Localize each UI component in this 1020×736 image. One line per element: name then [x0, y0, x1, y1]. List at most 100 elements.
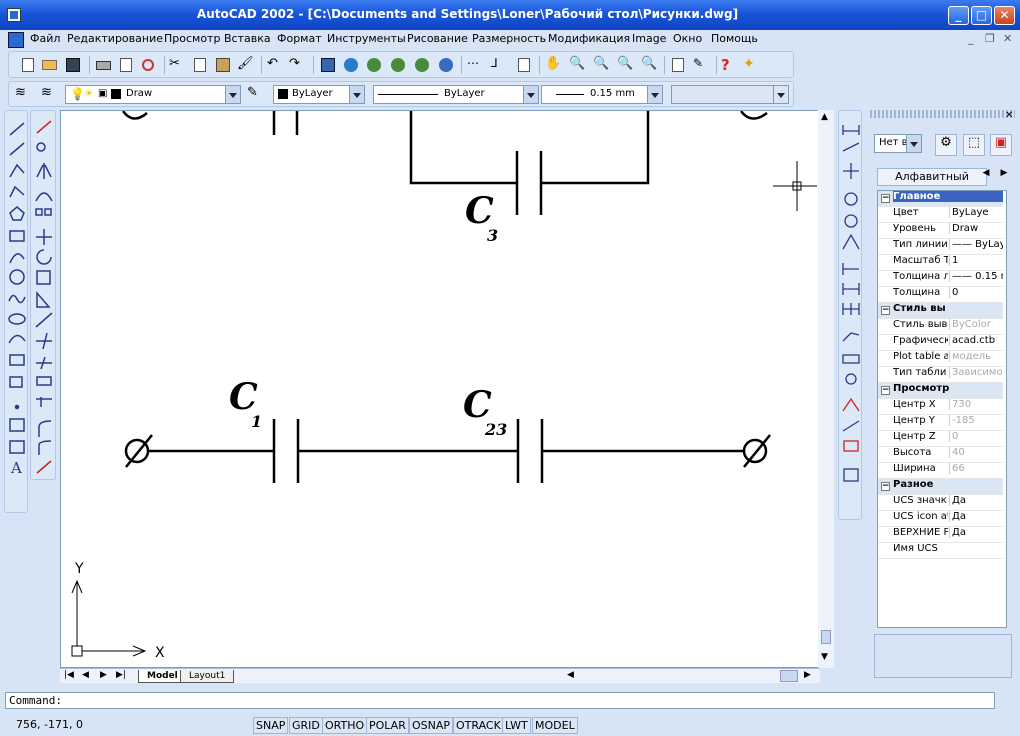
undo-icon[interactable]: ↶	[267, 56, 285, 74]
polyline-icon[interactable]	[9, 163, 25, 178]
menu-edit[interactable]: Редактирование	[67, 32, 163, 45]
property-row[interactable]: Стиль выв ByColor	[878, 319, 1003, 335]
property-value[interactable]: модель	[949, 351, 1003, 362]
property-value[interactable]: ByLaye	[949, 207, 1003, 218]
print-preview-icon[interactable]	[117, 56, 135, 74]
break-icon[interactable]	[36, 376, 52, 386]
named-views-icon[interactable]: ⋯	[467, 56, 485, 74]
line-icon[interactable]	[9, 122, 25, 136]
property-value[interactable]: acad.ctb	[949, 335, 1003, 346]
zoom-realtime-icon[interactable]: 🔍	[569, 56, 587, 74]
property-group-row[interactable]: − Главное	[878, 191, 1003, 207]
polygon-line-icon[interactable]	[9, 185, 25, 198]
select-objects-icon[interactable]: ⬚	[963, 134, 985, 156]
dimension-edit-icon[interactable]	[842, 397, 860, 412]
property-row[interactable]: Уровень Draw	[878, 223, 1003, 239]
stretch-icon[interactable]	[36, 290, 51, 308]
palette-close-icon[interactable]: ✕	[1005, 110, 1013, 121]
property-value[interactable]: 730	[949, 399, 1003, 410]
linetype-combo[interactable]: ByLayer	[373, 85, 539, 104]
property-row[interactable]: Масштаб Т1	[878, 255, 1003, 271]
layers-icon[interactable]: ≋	[15, 85, 33, 103]
chevron-down-icon[interactable]	[773, 86, 788, 103]
new-icon[interactable]	[19, 56, 37, 74]
otrack-button[interactable]: OTRACK	[453, 717, 504, 734]
scroll-left-icon[interactable]: ◀	[567, 670, 574, 680]
circle-icon[interactable]	[9, 269, 25, 285]
property-value[interactable]: Да	[949, 527, 1003, 538]
cut-icon[interactable]: ✂	[169, 56, 187, 74]
property-row[interactable]: Цвет ByLaye	[878, 207, 1003, 223]
radius-dimension-icon[interactable]	[844, 192, 858, 206]
ellipse-arc-icon[interactable]	[8, 334, 26, 344]
linear-dimension-icon[interactable]	[842, 125, 860, 135]
baseline-dimension-icon[interactable]	[842, 283, 860, 295]
scroll-down-icon[interactable]: ▼	[821, 652, 828, 662]
layer-combo[interactable]: 💡 ☀ ▣ Draw	[65, 85, 241, 104]
diameter-dimension-icon[interactable]	[844, 214, 858, 228]
snap-button[interactable]: SNAP	[253, 717, 289, 734]
chamfer-icon[interactable]	[36, 397, 52, 407]
properties-icon[interactable]	[669, 56, 687, 74]
scale-icon[interactable]	[36, 270, 51, 285]
spline-icon[interactable]	[8, 294, 26, 304]
hatch-icon[interactable]	[9, 418, 25, 432]
chevron-down-icon[interactable]	[349, 86, 364, 103]
property-value[interactable]: 1	[949, 255, 1003, 266]
tab-alphabetic[interactable]: Алфавитный	[877, 168, 987, 186]
menu-file[interactable]: Файл	[30, 32, 60, 45]
zoom-previous-icon[interactable]: 🔍	[617, 56, 635, 74]
property-value[interactable]: 66	[949, 463, 1003, 474]
web-icon-1[interactable]	[365, 56, 383, 74]
property-row[interactable]: Высота 40	[878, 447, 1003, 463]
collapse-icon[interactable]: −	[881, 194, 890, 203]
tab-prev-icon[interactable]: ◀	[979, 168, 993, 184]
property-row[interactable]: Тип линии —— ByLay	[878, 239, 1003, 255]
property-row[interactable]: UCS icon at Да	[878, 511, 1003, 527]
property-row[interactable]: Plot table a модель	[878, 351, 1003, 367]
ucs-icon[interactable]: ⅃	[491, 56, 509, 74]
lineweight-combo[interactable]: 0.15 mm	[541, 85, 663, 104]
zoom-extents-icon[interactable]: 🔍	[641, 56, 659, 74]
property-value[interactable]: Да	[949, 511, 1003, 522]
property-group-row[interactable]: − Стиль вы	[878, 303, 1003, 319]
pan-icon[interactable]: ✋	[545, 56, 563, 74]
property-value[interactable]: Зависимос	[949, 367, 1003, 378]
web-icon-2[interactable]	[389, 56, 407, 74]
array-icon[interactable]	[35, 208, 43, 216]
center-mark-icon[interactable]	[845, 373, 857, 385]
property-row[interactable]: Толщина 0	[878, 287, 1003, 303]
property-row[interactable]: Тип табли Зависимос	[878, 367, 1003, 383]
model-button[interactable]: MODEL	[532, 717, 578, 734]
menu-modify[interactable]: Модификация	[548, 32, 630, 45]
spell-check-icon[interactable]	[139, 56, 157, 74]
color-combo[interactable]: ByLayer	[273, 85, 365, 104]
chevron-down-icon[interactable]	[523, 86, 538, 103]
minimize-icon[interactable]: _	[948, 6, 969, 25]
menu-tools[interactable]: Инструменты	[327, 32, 406, 45]
command-line[interactable]: Command:	[5, 692, 995, 709]
plotstyle-combo[interactable]	[671, 85, 789, 104]
tab-layout1[interactable]: Layout1	[180, 670, 235, 683]
offset-icon[interactable]	[35, 192, 53, 202]
lwt-button[interactable]: LWT	[502, 717, 531, 734]
fillet-2-icon[interactable]	[38, 440, 52, 455]
ucs-dialog-icon[interactable]	[515, 56, 533, 74]
property-row[interactable]: Центр X 730	[878, 399, 1003, 415]
vertical-scrollbar[interactable]: ▲ ▼	[818, 110, 834, 668]
multiline-text-icon[interactable]: A	[10, 459, 22, 477]
property-value[interactable]: Да	[949, 495, 1003, 506]
move-icon[interactable]	[36, 229, 52, 245]
tool-palettes-icon[interactable]: ✎	[693, 56, 711, 74]
polygon-icon[interactable]	[9, 206, 25, 221]
insert-block-icon[interactable]	[9, 354, 25, 366]
drawing-area[interactable]: C 3 C 1 C 23 Y X	[60, 110, 820, 668]
tab-next-icon[interactable]: ▶	[997, 168, 1011, 184]
lengthen-icon[interactable]	[35, 312, 53, 328]
property-row[interactable]: Центр Z 0	[878, 431, 1003, 447]
help-icon[interactable]: ?	[721, 56, 739, 74]
make-object-layer-current-icon[interactable]: ✎	[247, 85, 265, 103]
tolerance-icon[interactable]	[842, 354, 860, 364]
property-row[interactable]: ВЕРХНИЕ Р Да	[878, 527, 1003, 543]
copy-object-icon[interactable]	[36, 142, 46, 152]
